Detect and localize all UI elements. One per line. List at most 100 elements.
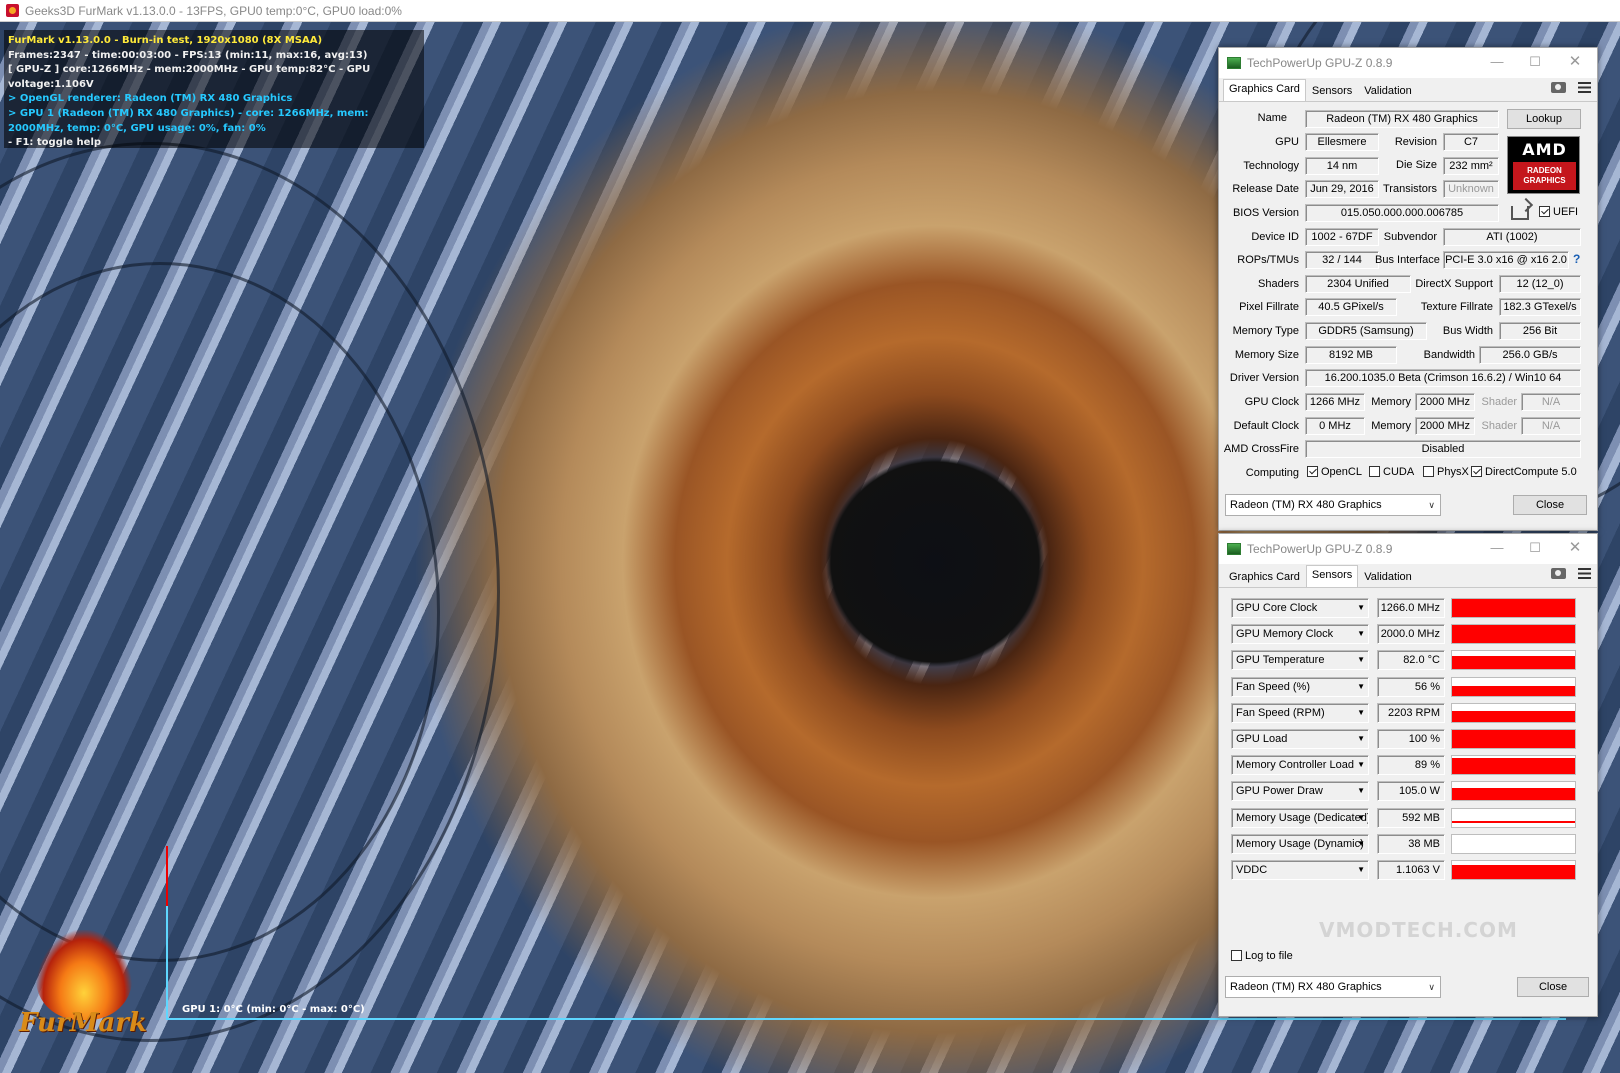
gpuz-app-icon (1227, 57, 1241, 69)
gpu-select-value: Radeon (TM) RX 480 Graphics (1230, 981, 1382, 993)
hud-line-gpuz: [ GPU-Z ] core:1266MHz - mem:2000MHz - G… (8, 64, 371, 90)
tab-graphics-card[interactable]: Graphics Card (1223, 79, 1306, 101)
sensor-name: Fan Speed (%) (1236, 680, 1310, 693)
tab-validation[interactable]: Validation (1358, 567, 1418, 587)
sensor-name-dropdown[interactable]: GPU Memory Clock ▼ (1231, 624, 1369, 645)
sensor-graph-fill (1452, 820, 1575, 823)
tab-sensors[interactable]: Sensors (1306, 81, 1358, 101)
sensor-name-dropdown[interactable]: Fan Speed (RPM) ▼ (1231, 702, 1369, 723)
label-bus-width: Bus Width (1442, 325, 1493, 337)
amd-logo-brand: AMD (1522, 140, 1567, 159)
tab-validation[interactable]: Validation (1358, 81, 1418, 101)
sensor-name-dropdown[interactable]: Memory Usage (Dynamic) ▼ (1231, 833, 1369, 854)
bios-share-icon[interactable] (1511, 206, 1529, 220)
close-icon[interactable]: ✕ (1561, 53, 1589, 71)
close-icon[interactable]: ✕ (1561, 539, 1589, 557)
field-technology: 14 nm (1305, 157, 1379, 175)
sensor-name: GPU Power Draw (1236, 785, 1323, 798)
field-gpu-clock-shader: N/A (1521, 393, 1581, 411)
hamburger-menu-icon[interactable] (1578, 568, 1591, 579)
computing-physx-label: PhysX (1437, 466, 1469, 478)
dropdown-arrow-icon: ▼ (1357, 734, 1365, 743)
label-directx-support: DirectX Support (1415, 278, 1493, 290)
sensor-graph (1451, 650, 1576, 671)
sensor-name-dropdown[interactable]: Memory Usage (Dedicated) ▼ (1231, 807, 1369, 828)
checkbox-cuda: CUDA (1369, 466, 1414, 478)
label-memory-size: Memory Size (1234, 349, 1299, 361)
label-bios-version: BIOS Version (1232, 207, 1299, 219)
maximize-icon[interactable]: ☐ (1521, 53, 1549, 71)
sensor-graph (1451, 860, 1576, 880)
dropdown-arrow-icon: ▼ (1357, 812, 1365, 822)
gpuz-tabbar: Graphics Card Sensors Validation (1219, 564, 1597, 588)
field-name: Radeon (TM) RX 480 Graphics (1305, 110, 1499, 128)
gpu-select-dropdown[interactable]: Radeon (TM) RX 480 Graphics ∨ (1225, 494, 1441, 516)
dropdown-arrow-icon: ▼ (1357, 629, 1365, 639)
field-revision: C7 (1443, 133, 1499, 151)
sensor-name-dropdown[interactable]: Fan Speed (%) ▼ (1231, 676, 1369, 697)
sensor-graph-fill (1452, 625, 1575, 644)
sensor-row: Memory Usage (Dedicated) ▼ 592 MB (1231, 807, 1576, 828)
close-button[interactable]: Close (1513, 495, 1587, 515)
gpuz-tabbar: Graphics Card Sensors Validation (1219, 78, 1597, 102)
sensor-name-dropdown[interactable]: Memory Controller Load ▼ (1231, 755, 1369, 776)
maximize-icon[interactable]: ☐ (1521, 539, 1549, 557)
gpu-select-dropdown[interactable]: Radeon (TM) RX 480 Graphics ∨ (1225, 976, 1441, 998)
screenshot-camera-icon[interactable] (1551, 568, 1566, 579)
sensor-name: Memory Controller Load (1236, 759, 1354, 772)
gpuz-titlebar[interactable]: TechPowerUp GPU-Z 0.8.9 — ☐ ✕ (1219, 48, 1597, 78)
sensor-name-dropdown[interactable]: GPU Load ▼ (1231, 729, 1369, 749)
tab-graphics-card[interactable]: Graphics Card (1223, 567, 1306, 587)
sensor-name-dropdown[interactable]: VDDC ▼ (1231, 860, 1369, 880)
screenshot-camera-icon[interactable] (1551, 82, 1566, 93)
sensor-name-dropdown[interactable]: GPU Core Clock ▼ (1231, 598, 1369, 618)
field-rops-tmus: 32 / 144 (1305, 251, 1379, 269)
minimize-icon[interactable]: — (1483, 539, 1511, 557)
sensor-value: 2000.0 MHz (1377, 624, 1445, 645)
lookup-button[interactable]: Lookup (1507, 109, 1581, 129)
sensor-name: Fan Speed (RPM) (1236, 706, 1325, 719)
sensor-value: 1.1063 V (1377, 860, 1445, 880)
sensor-value: 38 MB (1377, 833, 1445, 854)
close-button[interactable]: Close (1517, 977, 1589, 997)
field-bios-version: 015.050.000.000.006785 (1305, 204, 1499, 222)
sensor-graph-fill (1452, 685, 1575, 696)
gpuz-titlebar[interactable]: TechPowerUp GPU-Z 0.8.9 — ☐ ✕ (1219, 534, 1597, 564)
gpuz-sensors-window: TechPowerUp GPU-Z 0.8.9 — ☐ ✕ Graphics C… (1218, 533, 1598, 1017)
label-name: Name (1257, 112, 1287, 124)
field-transistors: Unknown (1443, 180, 1499, 198)
checkbox-directcompute: DirectCompute 5.0 (1471, 466, 1577, 478)
sensor-name: Memory Usage (Dedicated) (1236, 811, 1369, 824)
sensor-graph (1451, 781, 1576, 802)
sensor-graph (1451, 676, 1576, 697)
sensor-value: 82.0 °C (1377, 650, 1445, 671)
furmark-titlebar[interactable]: Geeks3D FurMark v1.13.0.0 - 13FPS, GPU0 … (0, 0, 1620, 22)
sensor-name: VDDC (1236, 864, 1268, 876)
field-default-clock-memory: 2000 MHz (1415, 417, 1475, 435)
hud-line-gpu1: > GPU 1 (Radeon (TM) RX 480 Graphics) - … (8, 107, 369, 134)
field-device-id: 1002 - 67DF (1305, 228, 1379, 246)
label-revision: Revision (1394, 136, 1437, 148)
hamburger-menu-icon[interactable] (1578, 82, 1591, 93)
label-default-clock-shader: Shader (1481, 420, 1517, 432)
desktop: Geeks3D FurMark v1.13.0.0 - 13FPS, GPU0 … (0, 0, 1620, 1073)
uefi-checkbox: UEFI (1539, 206, 1578, 218)
field-memory-size: 8192 MB (1305, 346, 1397, 364)
sensor-name-dropdown[interactable]: GPU Temperature ▼ (1231, 650, 1369, 671)
field-pixel-fillrate: 40.5 GPixel/s (1305, 298, 1397, 316)
help-question-icon[interactable]: ? (1573, 252, 1580, 266)
computing-opencl-label: OpenCL (1321, 466, 1362, 478)
sensor-graph-fill (1452, 864, 1575, 879)
checkbox-checked-icon (1307, 466, 1318, 477)
minimize-icon[interactable]: — (1483, 53, 1511, 71)
watermark-text: VMODTECH.COM (1319, 918, 1518, 942)
log-to-file-checkbox[interactable]: Log to file (1231, 950, 1293, 962)
sensor-value: 56 % (1377, 676, 1445, 697)
sensor-name-dropdown[interactable]: GPU Power Draw ▼ (1231, 781, 1369, 802)
label-default-clock: Default Clock (1233, 420, 1299, 432)
tab-sensors[interactable]: Sensors (1305, 565, 1359, 587)
field-gpu-clock-memory: 2000 MHz (1415, 393, 1475, 411)
sensor-row: GPU Core Clock ▼ 1266.0 MHz (1231, 598, 1576, 618)
label-gpu-clock: GPU Clock (1244, 396, 1299, 408)
sensor-graph (1451, 755, 1576, 776)
